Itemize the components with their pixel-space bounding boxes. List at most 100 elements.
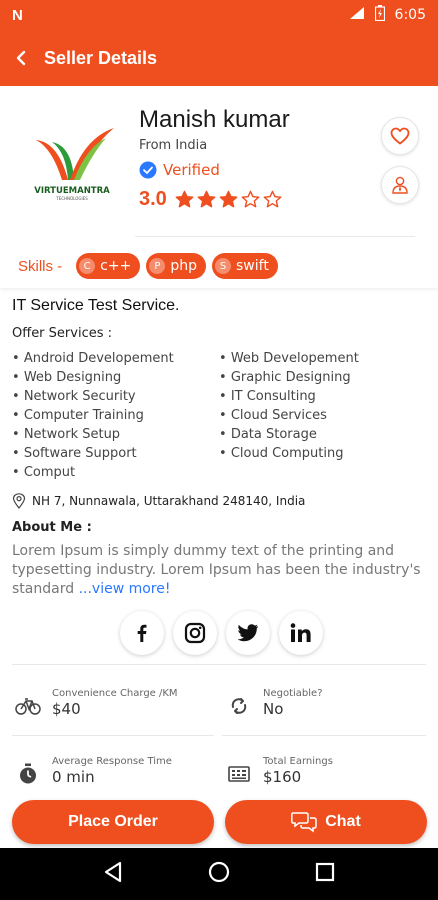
average-response-time: Average Response Time 0 min <box>14 756 172 788</box>
facebook-button[interactable] <box>120 611 164 655</box>
service-title: IT Service Test Service. <box>12 297 180 314</box>
instagram-icon <box>184 622 206 644</box>
service-item: Cloud Computing <box>219 444 359 463</box>
skill-chip-label: swift <box>236 258 269 274</box>
cash-register-icon <box>225 760 253 788</box>
nav-back-icon <box>104 861 121 883</box>
convenience-charge-value: $40 <box>52 700 81 718</box>
system-nav-bar <box>0 848 438 900</box>
about-text: Lorem Ipsum is simply dummy text of the … <box>12 542 426 599</box>
seller-address: NH 7, Nunnawala, Uttarakhand 248140, Ind… <box>12 493 305 509</box>
skill-chip-avatar: C <box>79 258 96 274</box>
chat-bubbles-icon <box>291 812 317 833</box>
star-empty-icon <box>263 190 282 208</box>
service-item: Web Developement <box>219 349 359 368</box>
status-time: 6:05 <box>394 7 426 23</box>
service-item: Cloud Services <box>219 406 359 425</box>
view-more-link[interactable]: ...view more! <box>79 581 171 597</box>
location-pin-icon <box>12 493 26 509</box>
place-order-label: Place Order <box>68 813 158 830</box>
skills-label: Skills - <box>18 257 63 275</box>
linkedin-icon <box>290 623 311 642</box>
battery-icon <box>374 5 385 25</box>
star-filled-icon <box>197 190 216 208</box>
skill-chip-label: php <box>170 258 197 274</box>
service-item: IT Consulting <box>219 387 359 406</box>
service-item: Android Developement <box>12 349 174 368</box>
svg-text:VIRTUEMANTRA: VIRTUEMANTRA <box>34 186 110 196</box>
place-order-button[interactable]: Place Order <box>12 800 214 844</box>
heart-icon <box>390 127 410 145</box>
about-body: Lorem Ipsum is simply dummy text of the … <box>12 543 421 597</box>
instagram-button[interactable] <box>173 611 217 655</box>
response-time-label: Average Response Time <box>52 756 172 767</box>
notification-n-icon: N <box>12 6 23 24</box>
twitter-icon <box>237 624 259 642</box>
convenience-charge: Convenience Charge /KM $40 <box>14 688 178 720</box>
nav-back-button[interactable] <box>103 861 123 887</box>
seller-country: From India <box>139 138 208 153</box>
verified-label: Verified <box>163 161 220 179</box>
page-title: Seller Details <box>44 47 158 68</box>
skill-chip-avatar: P <box>149 258 166 274</box>
service-item: Network Security <box>12 387 174 406</box>
negotiable: Negotiable? No <box>225 688 323 720</box>
seller-profile: VIRTUEMANTRA TECHNOLOGIES Manish kumar F… <box>0 96 438 236</box>
twitter-button[interactable] <box>226 611 270 655</box>
about-label: About Me : <box>12 520 92 535</box>
chat-button[interactable]: Chat <box>225 800 427 844</box>
skill-chip-avatar: S <box>215 258 231 274</box>
stopwatch-icon <box>14 760 42 788</box>
nav-home-icon <box>208 861 230 883</box>
app-bar: Seller Details <box>0 30 438 86</box>
back-button[interactable] <box>0 30 44 86</box>
service-item: Web Designing <box>12 368 174 387</box>
skill-chip-label: c++ <box>100 258 132 274</box>
svg-text:E: E <box>351 9 355 16</box>
profile-divider <box>135 236 415 237</box>
service-item: Graphic Designing <box>219 368 359 387</box>
skills-row: Skills - C c++ P php S swift <box>0 244 438 288</box>
favorite-button[interactable] <box>381 117 419 155</box>
seller-info-button[interactable] <box>381 166 419 204</box>
section-divider <box>12 664 426 665</box>
services-list-right: Web Developement Graphic Designing IT Co… <box>219 349 359 463</box>
services-list-left: Android Developement Web Designing Netwo… <box>12 349 174 482</box>
social-links <box>120 611 323 655</box>
star-empty-icon <box>241 190 260 208</box>
star-filled-icon <box>175 190 194 208</box>
total-earnings-value: $160 <box>263 768 302 786</box>
user-tie-icon <box>392 176 408 194</box>
status-bar: N E 6:05 <box>0 0 438 30</box>
skill-chip[interactable]: S swift <box>212 253 278 279</box>
cell-divider <box>12 735 214 736</box>
service-item: Network Setup <box>12 425 174 444</box>
nav-recents-icon <box>316 862 335 882</box>
address-text: NH 7, Nunnawala, Uttarakhand 248140, Ind… <box>32 494 306 508</box>
svg-text:TECHNOLOGIES: TECHNOLOGIES <box>55 196 88 201</box>
service-item: Data Storage <box>219 425 359 444</box>
total-earnings: Total Earnings $160 <box>225 756 333 788</box>
chat-label: Chat <box>325 813 361 830</box>
bicycle-icon <box>14 692 42 720</box>
rating-stars <box>175 190 282 209</box>
cell-divider <box>222 735 426 736</box>
skill-chip[interactable]: C c++ <box>76 253 141 279</box>
service-item: Comput <box>12 463 174 482</box>
linkedin-button[interactable] <box>279 611 323 655</box>
swap-arrows-icon <box>225 692 253 720</box>
star-filled-icon <box>219 190 238 208</box>
total-earnings-label: Total Earnings <box>263 756 333 767</box>
service-item: Software Support <box>12 444 174 463</box>
seller-logo: VIRTUEMANTRA TECHNOLOGIES <box>22 118 122 203</box>
signal-icon: E <box>349 6 365 24</box>
seller-rating: 3.0 <box>139 188 282 211</box>
service-item: Computer Training <box>12 406 174 425</box>
negotiable-label: Negotiable? <box>263 688 323 699</box>
verified-badge: Verified <box>139 161 220 179</box>
seller-name: Manish kumar <box>139 106 290 133</box>
nav-recents-button[interactable] <box>315 862 335 886</box>
negotiable-value: No <box>263 700 284 718</box>
nav-home-button[interactable] <box>208 861 230 887</box>
skill-chip[interactable]: P php <box>146 253 206 279</box>
